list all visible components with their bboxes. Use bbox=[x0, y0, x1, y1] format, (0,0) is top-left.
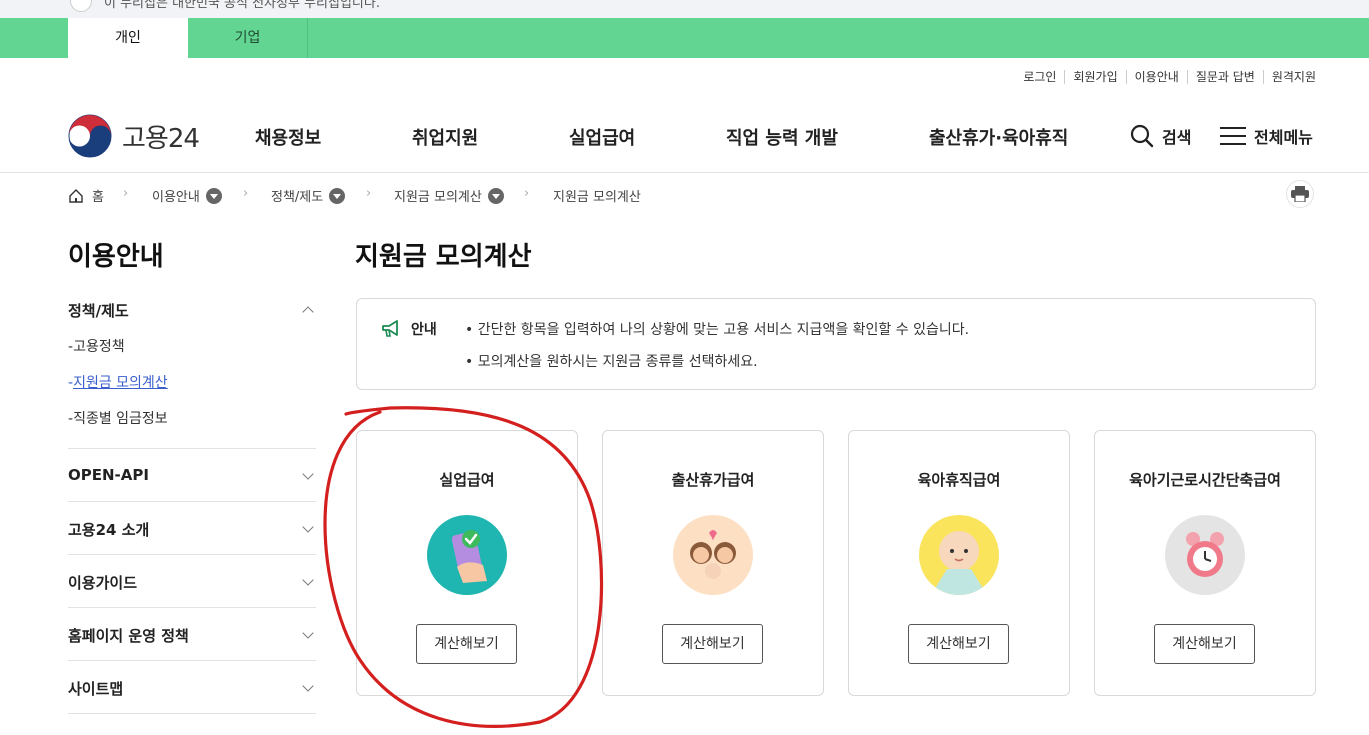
gnb-skills-development[interactable]: 직업 능력 개발 bbox=[726, 124, 838, 150]
calculate-button[interactable]: 계산해보기 bbox=[1154, 624, 1255, 664]
breadcrumb-policy[interactable]: 정책/제도 bbox=[271, 186, 346, 205]
hamburger-icon bbox=[1220, 127, 1246, 145]
dropdown-icon[interactable] bbox=[487, 187, 504, 204]
notice-line: • 간단한 항목을 입력하여 나의 상황에 맞는 고용 서비스 지급액을 확인할… bbox=[465, 322, 970, 338]
tab-business[interactable]: 기업 bbox=[188, 18, 308, 58]
sidebar-group-about[interactable]: 고용24 소개 bbox=[68, 519, 316, 540]
parents-baby-icon bbox=[673, 515, 753, 595]
calculate-button[interactable]: 계산해보기 bbox=[416, 624, 517, 664]
notice-label: 안내 bbox=[381, 319, 437, 339]
sidebar-divider bbox=[68, 448, 316, 449]
chevron-down-icon bbox=[302, 521, 314, 533]
sidebar-divider bbox=[68, 554, 316, 555]
card-unemployment-benefit: 실업급여 계산해보기 bbox=[356, 430, 578, 696]
gnb-employment-support[interactable]: 취업지원 bbox=[412, 124, 478, 150]
calculate-button[interactable]: 계산해보기 bbox=[908, 624, 1009, 664]
sidebar-title: 이용안내 bbox=[68, 242, 164, 272]
gnb-maternity-parental-leave[interactable]: 출산휴가·육아휴직 bbox=[929, 124, 1068, 150]
card-parental-leave-benefit: 육아휴직급여 계산해보기 bbox=[848, 430, 1070, 696]
user-type-tabs: 개인 기업 bbox=[0, 18, 1369, 58]
header-divider bbox=[0, 172, 1369, 173]
all-menu-label: 전체메뉴 bbox=[1254, 128, 1313, 147]
tab-personal[interactable]: 개인 bbox=[68, 18, 188, 58]
login-link[interactable]: 로그인 bbox=[1015, 70, 1064, 84]
breadcrumb-guide[interactable]: 이용안내 bbox=[152, 186, 222, 205]
breadcrumb-current: 지원금 모의계산 bbox=[553, 190, 641, 205]
card-title: 실업급여 bbox=[439, 471, 495, 489]
sidebar-item-wage-info[interactable]: -직종별 임금정보 bbox=[68, 408, 168, 428]
chevron-right-icon: › bbox=[123, 186, 129, 201]
card-title: 육아기근로시간단축급여 bbox=[1129, 471, 1281, 489]
dropdown-icon[interactable] bbox=[205, 187, 222, 204]
chevron-down-icon bbox=[302, 627, 314, 639]
search-label: 검색 bbox=[1162, 128, 1192, 147]
search-button[interactable]: 검색 bbox=[1130, 124, 1191, 148]
chevron-right-icon: › bbox=[243, 186, 249, 201]
notice-line: • 모의계산을 원하시는 지원금 종류를 선택하세요. bbox=[465, 354, 758, 370]
site-name: 고용24 bbox=[122, 123, 200, 154]
print-icon bbox=[1291, 186, 1309, 202]
print-button[interactable] bbox=[1286, 180, 1314, 208]
sidebar-group-user-guide[interactable]: 이용가이드 bbox=[68, 572, 316, 593]
sidebar-divider bbox=[68, 501, 316, 502]
dropdown-icon[interactable] bbox=[329, 187, 346, 204]
chevron-right-icon: › bbox=[366, 186, 372, 201]
chevron-down-icon bbox=[302, 680, 314, 692]
sidebar-group-sitemap[interactable]: 사이트맵 bbox=[68, 678, 316, 699]
chevron-down-icon bbox=[302, 468, 314, 480]
sidebar-group-policy[interactable]: 정책/제도 bbox=[68, 300, 316, 321]
sidebar-group-site-policy[interactable]: 홈페이지 운영 정책 bbox=[68, 625, 316, 646]
sidebar-item-subsidy-calc[interactable]: -지원금 모의계산 bbox=[68, 372, 168, 392]
home-icon bbox=[69, 188, 83, 203]
sidebar-group-open-api[interactable]: OPEN-API bbox=[68, 466, 316, 484]
phone-check-icon bbox=[427, 515, 507, 595]
sidebar-divider bbox=[68, 607, 316, 608]
breadcrumb-subsidy-calc[interactable]: 지원금 모의계산 bbox=[394, 186, 504, 205]
site-logo[interactable]: 고용24 bbox=[68, 114, 200, 158]
megaphone-icon bbox=[382, 320, 398, 337]
card-maternity-leave-benefit: 출산휴가급여 계산해보기 bbox=[602, 430, 824, 696]
chevron-down-icon bbox=[302, 574, 314, 586]
remote-support-link[interactable]: 원격지원 bbox=[1262, 70, 1316, 84]
card-title: 출산휴가급여 bbox=[671, 471, 755, 489]
taegeuk-flag-icon bbox=[70, 0, 92, 12]
baby-face-icon bbox=[919, 515, 999, 595]
chevron-up-icon bbox=[302, 306, 314, 318]
card-title: 육아휴직급여 bbox=[917, 471, 1001, 489]
alarm-clock-icon bbox=[1165, 515, 1245, 595]
breadcrumb-home[interactable]: 홈 bbox=[68, 186, 104, 205]
gnb-jobs[interactable]: 채용정보 bbox=[255, 124, 321, 150]
qna-link[interactable]: 질문과 답변 bbox=[1186, 70, 1263, 84]
card-reduced-hours-benefit: 육아기근로시간단축급여 계산해보기 bbox=[1094, 430, 1316, 696]
utility-links: 로그인 회원가입 이용안내 질문과 답변 원격지원 bbox=[1015, 70, 1316, 84]
chevron-right-icon: › bbox=[524, 186, 530, 201]
sidebar-divider bbox=[68, 713, 316, 714]
sidebar-item-employment-policy[interactable]: -고용정책 bbox=[68, 336, 125, 356]
sidebar-divider bbox=[68, 660, 316, 661]
gov-banner-text: 이 누리집은 대한민국 공식 전자정부 누리집입니다. bbox=[104, 0, 380, 11]
notice-box: 안내 • 간단한 항목을 입력하여 나의 상황에 맞는 고용 서비스 지급액을 … bbox=[356, 298, 1316, 390]
search-icon bbox=[1130, 124, 1154, 148]
gov-banner: 이 누리집은 대한민국 공식 전자정부 누리집입니다. bbox=[0, 0, 1369, 18]
all-menu-button[interactable]: 전체메뉴 bbox=[1220, 124, 1313, 148]
guide-link[interactable]: 이용안내 bbox=[1125, 70, 1187, 84]
calculate-button[interactable]: 계산해보기 bbox=[662, 624, 763, 664]
page-title: 지원금 모의계산 bbox=[355, 242, 532, 272]
gnb-unemployment-benefit[interactable]: 실업급여 bbox=[569, 124, 635, 150]
signup-link[interactable]: 회원가입 bbox=[1064, 70, 1125, 84]
taegeuk-logo-icon bbox=[68, 114, 112, 158]
